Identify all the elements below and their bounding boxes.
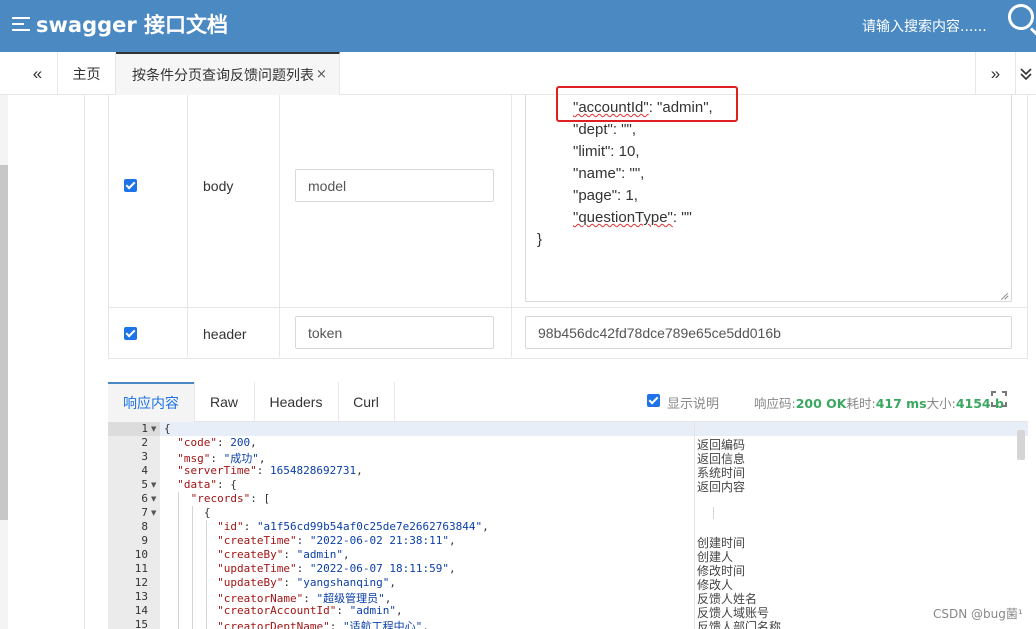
search-icon[interactable]	[1008, 4, 1034, 30]
param-body-type-field[interactable]: model	[295, 169, 494, 202]
line-number: 15	[134, 618, 148, 629]
fold-toggle-icon[interactable]: ▼	[151, 509, 156, 517]
code-line: "id": "a1f56cd99b54af0c25de7e2662763844"…	[217, 520, 489, 533]
show-description-checkbox[interactable]	[647, 394, 660, 407]
code-line: "creatorAccountId": "admin",	[217, 604, 403, 617]
code-line: "creatorDeptName": "适航工程中心",	[217, 620, 429, 629]
brand[interactable]: swagger 接口文档	[12, 9, 228, 39]
tab-active-label: 按条件分页查询反馈问题列表	[132, 67, 314, 84]
tab-more-menu-icon[interactable]	[1015, 52, 1036, 95]
tab-scroll-left-button[interactable]: «	[18, 52, 58, 95]
line-number: 10	[134, 548, 148, 561]
tab-curl[interactable]: Curl	[338, 382, 394, 422]
code-line: "data": {	[177, 478, 237, 491]
code-line: "serverTime": 1654828692731,	[177, 464, 363, 477]
json-line-name: "name": "",	[573, 165, 645, 182]
code-line: "code": 200,	[177, 436, 257, 449]
line-number: 4	[141, 464, 148, 477]
line-number: 11	[134, 562, 148, 575]
chevron-double-down-icon	[1020, 67, 1032, 80]
editor-scrollbar-thumb[interactable]	[1017, 430, 1025, 460]
tab-raw[interactable]: Raw	[194, 382, 254, 422]
code-line: {	[164, 422, 171, 435]
json-line-page: "page": 1,	[573, 187, 638, 204]
param-header-name: header	[203, 326, 247, 342]
fold-toggle-icon[interactable]: ▼	[151, 481, 156, 489]
json-line-questiontype: "questionType": ""	[573, 209, 692, 226]
line-number: 9	[141, 534, 148, 547]
highlight-annotation-box	[556, 86, 738, 122]
sidebar-divider	[84, 95, 85, 629]
json-line-dept: "dept": "",	[573, 121, 636, 138]
code-line: {	[203, 506, 211, 519]
active-line-highlight	[160, 422, 1028, 436]
code-line: "updateBy": "yangshanqing",	[217, 576, 397, 589]
code-line: "createTime": "2022-06-02 21:38:11",	[217, 534, 456, 547]
code-line: "records": [	[190, 492, 271, 505]
line-number: 13	[134, 590, 148, 603]
close-icon[interactable]: ×	[316, 67, 327, 82]
param-body-name: body	[203, 178, 234, 194]
menu-icon[interactable]	[12, 16, 30, 32]
search-input[interactable]: 请输入搜索内容......	[862, 16, 987, 36]
line-number: 8	[141, 520, 148, 533]
description-column-divider	[694, 422, 695, 629]
fold-toggle-icon[interactable]: ▼	[151, 425, 156, 433]
param-header-value-field[interactable]: 98b456dc42fd78dce789e65ce5dd016b	[525, 316, 1012, 349]
param-header-checkbox[interactable]	[124, 327, 137, 340]
param-body-checkbox[interactable]	[124, 179, 137, 192]
line-number: 5	[141, 478, 148, 491]
show-description-label: 显示说明	[667, 397, 720, 412]
line-number: 1	[141, 422, 148, 435]
left-scrollbar-thumb[interactable]	[0, 165, 8, 520]
tab-home[interactable]: 主页	[58, 52, 116, 95]
tab-scroll-right-button[interactable]: »	[975, 52, 1015, 95]
response-code-editor[interactable]: 1 ▼{2 "code": 200, 返回编码 3 "msg": "成功", 返回信息 4 "s…	[108, 422, 1028, 629]
brand-title: swagger 接口文档	[36, 13, 229, 37]
watermark: CSDN @bug菌¹	[933, 607, 1023, 621]
left-scrollbar[interactable]	[0, 95, 8, 629]
line-number: 12	[134, 576, 148, 589]
fold-toggle-icon[interactable]: ▼	[151, 495, 156, 503]
resize-grip-icon[interactable]	[997, 288, 1009, 300]
line-number: 7	[141, 506, 148, 519]
line-number: 14	[134, 604, 148, 617]
json-line-close: }	[537, 231, 543, 248]
param-header-type-field[interactable]: token	[295, 316, 494, 349]
line-number: 2	[141, 436, 148, 449]
line-number: 6	[141, 492, 148, 505]
response-status: 响应码:200 OK耗时:417 ms大小:4154 b	[754, 396, 1004, 411]
json-line-limit: "limit": 10,	[573, 143, 640, 160]
expand-icon[interactable]	[991, 391, 1007, 407]
field-description: 反馈人部门名称	[697, 620, 782, 629]
field-description: 返回内容	[697, 480, 746, 494]
code-line: "updateTime": "2022-06-07 18:11:59",	[217, 562, 456, 575]
line-number: 3	[141, 450, 148, 463]
tab-response-content[interactable]: 响应内容	[108, 382, 194, 422]
tab-active-api[interactable]: 按条件分页查询反馈问题列表 ×	[116, 52, 340, 95]
tab-bar: « 主页 按条件分页查询反馈问题列表 × »	[0, 52, 1036, 95]
top-header: swagger 接口文档 请输入搜索内容......	[0, 0, 1036, 52]
code-line: "createBy": "admin",	[217, 548, 350, 561]
tab-headers[interactable]: Headers	[254, 382, 338, 422]
